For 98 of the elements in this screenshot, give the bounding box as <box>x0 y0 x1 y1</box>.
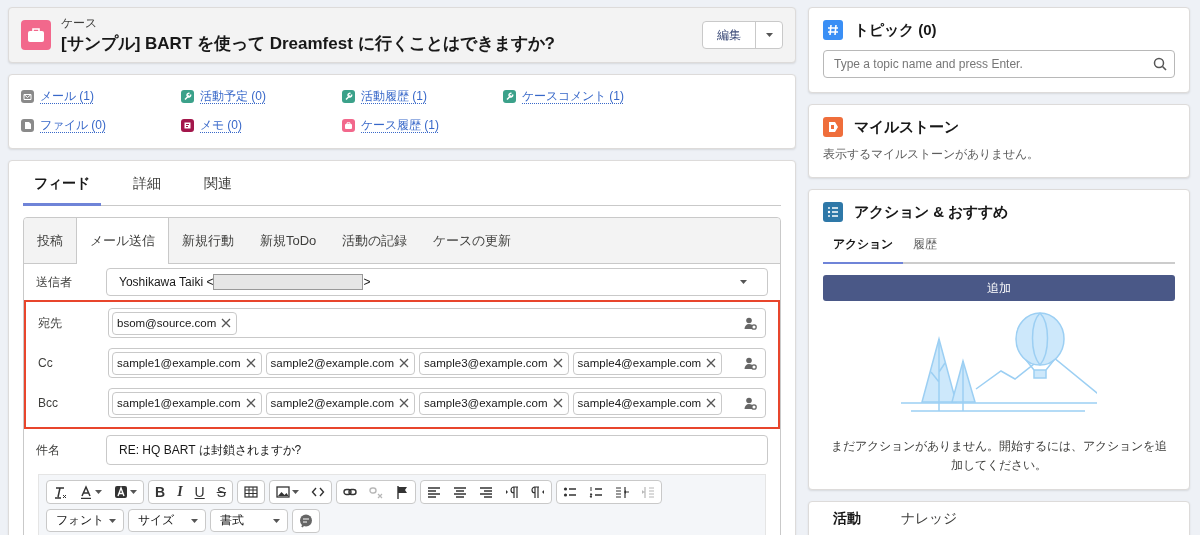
object-type-label: ケース <box>61 15 98 32</box>
left-to-right-icon <box>505 485 520 499</box>
clear-format-icon <box>53 485 67 499</box>
hashtag-icon <box>823 20 843 40</box>
related-link[interactable]: ケース履歴 (1) <box>361 116 439 134</box>
caret-icon <box>130 490 137 494</box>
outdent-icon <box>641 485 656 499</box>
right-to-left-icon <box>531 485 546 499</box>
remove-icon[interactable] <box>245 398 256 408</box>
related-link[interactable]: ケースコメント (1) <box>522 88 624 106</box>
speech-bubble-icon <box>299 514 313 528</box>
sender-select[interactable]: Yoshikawa Taiki < > <box>106 268 768 296</box>
recipient-field[interactable]: sample1@example.com sample2@example.com sample3@example.com sample4@example.com <box>108 348 766 378</box>
milestone-icon <box>823 117 843 137</box>
briefcase-icon <box>21 20 51 50</box>
strikethrough-button[interactable]: S <box>210 481 233 503</box>
actions-tab[interactable]: アクション <box>823 236 903 264</box>
remove-icon[interactable] <box>552 358 563 368</box>
recipient-pill[interactable]: sample3@example.com <box>419 351 569 375</box>
dropdown-caret-icon <box>740 280 747 284</box>
recipient-pill[interactable]: sample4@example.com <box>572 391 723 415</box>
italic-button[interactable]: I <box>171 481 189 503</box>
align-left-icon <box>427 485 442 499</box>
card-title: トピック (0) <box>854 20 937 40</box>
remove-icon[interactable] <box>552 398 563 408</box>
publisher-tab[interactable]: メール送信 <box>76 218 169 264</box>
publisher-tab[interactable]: 新規行動 <box>169 218 247 263</box>
related-link[interactable]: ファイル (0) <box>40 116 106 134</box>
field-label: 宛先 <box>38 314 63 332</box>
publisher-tab[interactable]: 投稿 <box>24 218 76 263</box>
caret-icon <box>292 490 300 494</box>
feed-tab[interactable]: 詳細 <box>122 175 172 206</box>
align-center-icon <box>453 485 468 499</box>
format-dropdown[interactable]: フォント <box>46 509 124 532</box>
field-label: 送信者 <box>36 273 73 291</box>
align-right-icon <box>479 485 494 499</box>
numbered-list-icon <box>589 485 604 499</box>
contact-lookup-icon[interactable] <box>744 356 757 370</box>
field-label: 件名 <box>36 441 61 459</box>
bold-button[interactable]: B <box>149 481 172 503</box>
feed-tab[interactable]: フィード <box>23 175 101 206</box>
actions-tab[interactable]: 履歴 <box>903 236 947 264</box>
related-link[interactable]: 活動予定 (0) <box>200 88 266 106</box>
related-link[interactable]: 活動履歴 (1) <box>361 88 427 106</box>
recipient-pill[interactable]: sample1@example.com <box>112 391 262 415</box>
related-link[interactable]: メール (1) <box>40 88 94 106</box>
table-icon <box>244 485 259 499</box>
activity-tab[interactable]: 活動 <box>833 510 861 529</box>
bulleted-list-icon <box>563 485 578 499</box>
subject-field[interactable]: RE: HQ BART は封鎖されますか? <box>106 435 768 465</box>
publisher-tab[interactable]: ケースの更新 <box>420 218 525 263</box>
remove-icon[interactable] <box>399 398 410 408</box>
format-dropdown[interactable]: サイズ <box>128 509 206 532</box>
underline-button[interactable]: U <box>188 481 211 503</box>
topic-search-field[interactable]: Type a topic name and press Enter. <box>823 50 1175 78</box>
activity-tab[interactable]: ナレッジ <box>901 510 957 529</box>
remove-icon[interactable] <box>245 358 256 368</box>
remove-icon[interactable] <box>706 398 717 408</box>
field-label: Cc <box>38 356 54 370</box>
contact-lookup-icon[interactable] <box>744 396 757 410</box>
image-icon <box>276 485 291 499</box>
code-icon <box>311 485 326 499</box>
search-icon <box>1153 57 1167 71</box>
card-title: アクション & おすすめ <box>854 202 1009 222</box>
recipient-pill[interactable]: sample1@example.com <box>112 351 262 375</box>
text-color-icon <box>79 485 93 499</box>
caret-icon <box>765 33 773 37</box>
recipient-pill[interactable]: sample4@example.com <box>572 351 723 375</box>
recipient-pill[interactable]: bsom@source.com <box>112 311 238 335</box>
caret-icon <box>273 518 280 523</box>
remove-icon[interactable] <box>399 358 410 368</box>
caret-icon <box>109 518 116 523</box>
publisher-tab[interactable]: 新規ToDo <box>247 218 330 263</box>
recipient-pill[interactable]: sample2@example.com <box>265 391 416 415</box>
recipient-pill[interactable]: sample2@example.com <box>265 351 416 375</box>
list-icon <box>823 202 843 222</box>
publisher-tab[interactable]: 活動の記録 <box>329 218 421 263</box>
caret-icon <box>95 490 102 494</box>
record-title: [サンプル] BART を使って Dreamfest に行くことはできますか? <box>61 33 556 55</box>
indent-icon <box>615 485 630 499</box>
card-title: マイルストーン <box>854 117 959 137</box>
recipient-field[interactable]: bsom@source.com <box>108 308 766 338</box>
empty-message: 表示するマイルストーンがありません。 <box>823 146 1040 163</box>
flag-icon <box>395 485 410 499</box>
contact-lookup-icon[interactable] <box>744 316 757 330</box>
field-label: Bcc <box>38 396 59 410</box>
recipient-pill[interactable]: sample3@example.com <box>419 391 569 415</box>
caret-icon <box>191 518 198 523</box>
format-dropdown[interactable]: 書式 <box>210 509 288 532</box>
recipient-field[interactable]: sample1@example.com sample2@example.com sample3@example.com sample4@example.com <box>108 388 766 418</box>
add-button[interactable]: 追加 <box>823 275 1175 301</box>
unlink-icon <box>369 485 384 499</box>
remove-icon[interactable] <box>706 358 717 368</box>
related-link[interactable]: メモ (0) <box>200 116 242 134</box>
feed-tab[interactable]: 関連 <box>193 175 243 206</box>
empty-message: まだアクションがありません。開始するには、アクションを追加してください。 <box>830 438 1168 475</box>
remove-icon[interactable] <box>221 318 232 328</box>
highlight-color-icon <box>114 485 128 499</box>
